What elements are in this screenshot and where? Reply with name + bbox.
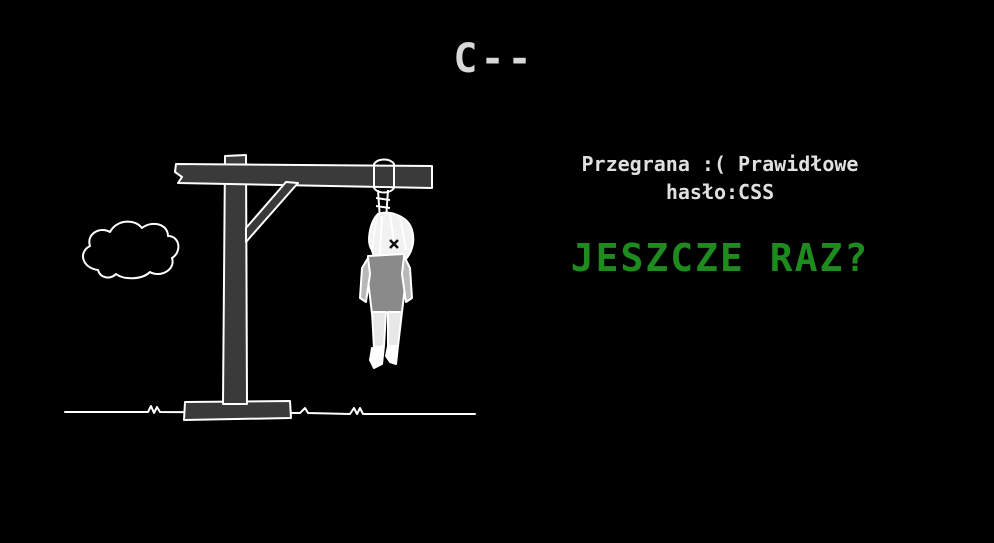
hangman-drawing [64, 154, 476, 421]
retry-button[interactable]: JESZCZE RAZ? [571, 236, 870, 280]
status-panel: Przegrana :( Prawidłowe hasło:CSS JESZCZ… [545, 150, 895, 280]
result-message-line-2: hasło:CSS [665, 180, 775, 204]
hanged-figure [359, 211, 415, 369]
result-message-line-1: Przegrana :( Prawidłowe [581, 152, 859, 176]
result-message: Przegrana :( Prawidłowe hasło:CSS [545, 150, 895, 206]
cloud-icon [82, 220, 180, 280]
masked-word: C-- [453, 36, 535, 82]
